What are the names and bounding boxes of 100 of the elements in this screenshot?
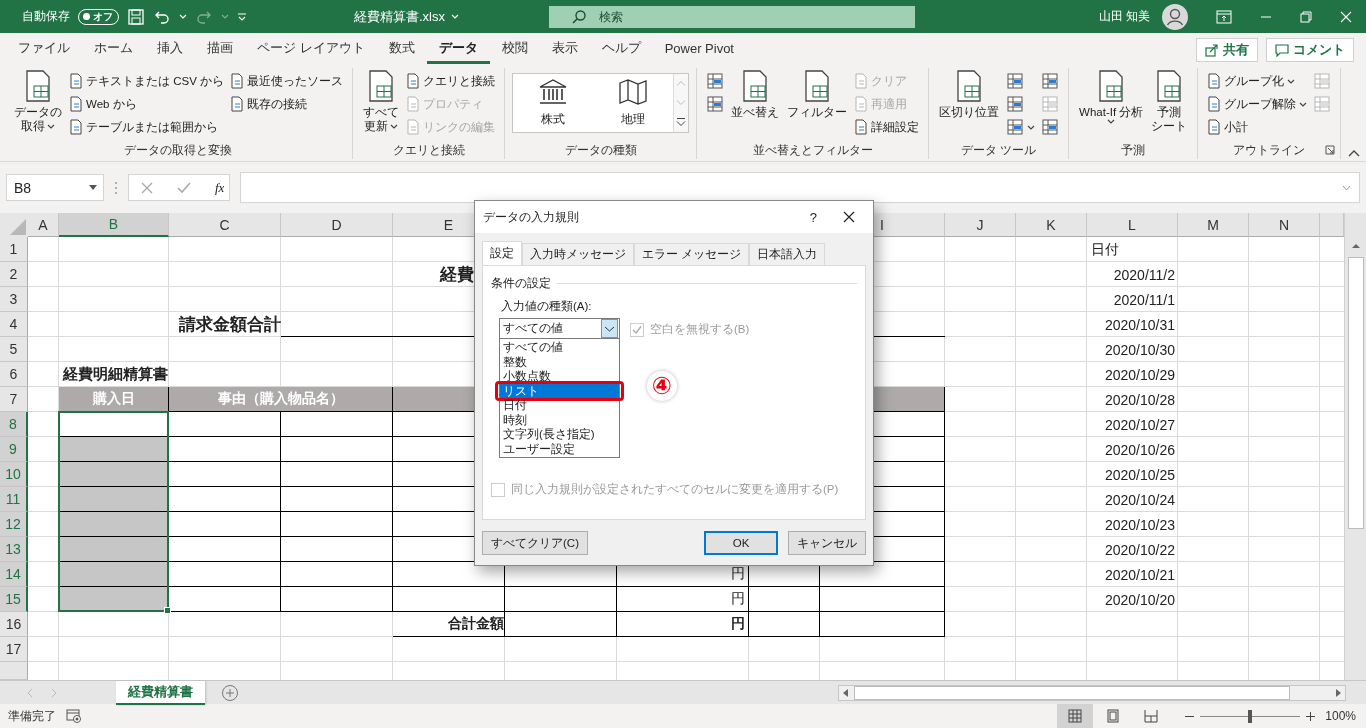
list-option[interactable]: すべての値 — [500, 340, 619, 355]
row-header[interactable]: 9 — [0, 437, 28, 462]
menu-tab[interactable]: Power Pivot — [652, 35, 746, 64]
dialog-button[interactable]: すべてクリア(C) — [482, 531, 588, 555]
row-header[interactable]: 1 — [0, 237, 28, 262]
macro-record-icon[interactable] — [66, 709, 82, 723]
scroll-right-icon[interactable] — [1333, 687, 1343, 698]
add-sheet-icon[interactable] — [221, 683, 239, 702]
list-option[interactable]: 整数 — [500, 354, 619, 369]
row-header[interactable]: 8 — [0, 412, 28, 437]
row-header[interactable]: 2 — [0, 262, 28, 287]
scroll-thumb[interactable] — [854, 685, 1290, 700]
column-header[interactable]: B — [59, 213, 169, 237]
name-box[interactable]: B8 — [6, 174, 104, 201]
row-header[interactable]: 7 — [0, 387, 28, 412]
gallery-option[interactable]: 株式 — [513, 74, 594, 132]
save-icon[interactable] — [127, 7, 145, 26]
list-option[interactable]: 日付 — [500, 398, 619, 413]
horizontal-scrollbar[interactable] — [838, 684, 1346, 701]
menu-tab[interactable]: ファイル — [6, 35, 82, 64]
row-header[interactable]: 5 — [0, 337, 28, 362]
row-header[interactable]: 10 — [0, 462, 28, 487]
row-header[interactable]: 12 — [0, 512, 28, 537]
column-header[interactable]: J — [945, 213, 1016, 237]
menu-tab[interactable]: ページ レイアウト — [245, 35, 377, 64]
list-option[interactable]: ユーザー設定 — [500, 441, 619, 456]
ribbon-button[interactable]: グループ解除 — [1205, 93, 1310, 115]
row-header[interactable]: 14 — [0, 562, 28, 587]
sheet-tab[interactable]: 経費精算書 — [116, 680, 205, 705]
menu-tab[interactable]: 表示 — [539, 35, 590, 64]
ribbon-button[interactable]: フィルター — [784, 70, 851, 119]
row-header[interactable]: 4 — [0, 312, 28, 337]
ribbon-button[interactable]: 区切り位置 — [936, 70, 1003, 119]
zoom-level[interactable]: 100% — [1325, 709, 1366, 723]
dialog-tab[interactable]: 日本語入力 — [749, 243, 826, 265]
row-header[interactable]: 17 — [0, 637, 28, 662]
zoom-in-icon[interactable] — [1306, 711, 1316, 721]
menu-tab[interactable]: 校閲 — [489, 35, 540, 64]
row-header[interactable]: 15 — [0, 587, 28, 612]
dialog-button[interactable]: OK — [704, 531, 778, 555]
insert-function-button[interactable]: fx — [215, 179, 225, 196]
column-header[interactable]: D — [281, 213, 393, 237]
cancel-icon[interactable] — [141, 181, 153, 194]
close-icon[interactable] — [843, 211, 855, 223]
ribbon-button[interactable]: Web から — [67, 93, 227, 115]
menu-tab[interactable]: ヘルプ — [589, 35, 653, 64]
dialog-tab[interactable]: 設定 — [482, 241, 522, 265]
column-header[interactable]: N — [1249, 213, 1320, 237]
column-header[interactable]: C — [169, 213, 281, 237]
row-header[interactable]: 11 — [0, 487, 28, 512]
dialog-tab[interactable]: エラー メッセージ — [634, 243, 750, 265]
ribbon-display-icon[interactable] — [1216, 9, 1232, 24]
row-header[interactable]: 16 — [0, 612, 28, 637]
formula-input[interactable] — [240, 172, 1360, 203]
vertical-scrollbar[interactable] — [1344, 213, 1366, 680]
row-header[interactable]: 6 — [0, 362, 28, 387]
menu-tab[interactable]: 挿入 — [145, 35, 195, 64]
menu-tab[interactable]: 描画 — [195, 35, 245, 64]
column-header[interactable]: M — [1178, 213, 1249, 237]
ribbon-button[interactable]: 小計 — [1205, 116, 1310, 138]
scroll-thumb[interactable] — [1347, 257, 1364, 529]
comment-button[interactable]: コメント — [1266, 37, 1354, 62]
menu-tab[interactable]: 数式 — [376, 35, 427, 64]
list-option[interactable]: 時刻 — [500, 412, 619, 427]
ribbon-button[interactable]: すべて 更新 — [360, 70, 403, 133]
dialog-tab[interactable]: 入力時メッセージ — [522, 243, 634, 265]
column-header[interactable]: K — [1016, 213, 1087, 237]
ribbon-button[interactable]: 既存の接続 — [228, 93, 346, 115]
scroll-left-icon[interactable] — [841, 687, 851, 698]
search-field[interactable]: 検索 — [549, 5, 915, 28]
menu-tab[interactable]: ホーム — [82, 35, 145, 64]
ribbon-button[interactable]: グループ化 — [1205, 70, 1310, 92]
ribbon-button[interactable]: テーブルまたは範囲から — [67, 116, 227, 138]
dialog-launcher-icon[interactable] — [1325, 145, 1336, 155]
menu-tab[interactable]: データ — [426, 35, 490, 64]
restore-icon[interactable] — [1300, 10, 1312, 23]
column-header[interactable]: A — [28, 213, 59, 237]
ribbon-button[interactable]: クエリと接続 — [404, 70, 498, 92]
ribbon-button[interactable]: データの 取得 — [11, 70, 65, 133]
gallery-option[interactable]: 地理 — [593, 74, 674, 132]
ribbon-button[interactable]: What-If 分析 — [1076, 70, 1147, 124]
row-header[interactable]: 13 — [0, 537, 28, 562]
help-button[interactable]: ? — [809, 209, 817, 225]
view-button[interactable] — [1057, 704, 1094, 728]
avatar-icon[interactable] — [1162, 3, 1188, 30]
customize-icon[interactable] — [237, 12, 247, 21]
expand-icon[interactable] — [1342, 184, 1351, 191]
share-button[interactable]: 共有 — [1196, 37, 1258, 62]
row-header[interactable]: 3 — [0, 287, 28, 312]
ribbon-button[interactable]: 最近使ったソース — [228, 70, 346, 92]
fill-handle[interactable] — [164, 607, 171, 614]
ribbon-button[interactable]: 予測 シート — [1148, 70, 1191, 133]
type-dropdown[interactable]: すべての値 — [499, 318, 620, 339]
ribbon-button[interactable]: 詳細設定 — [852, 116, 922, 138]
collapse-ribbon-icon[interactable] — [1348, 149, 1360, 157]
enter-icon[interactable] — [177, 181, 191, 194]
column-header[interactable]: L — [1087, 213, 1178, 237]
list-option[interactable]: 文字列(長さ指定) — [500, 427, 619, 442]
dialog-button[interactable]: キャンセル — [788, 531, 866, 555]
ribbon-button[interactable]: テキストまたは CSV から — [67, 70, 227, 92]
